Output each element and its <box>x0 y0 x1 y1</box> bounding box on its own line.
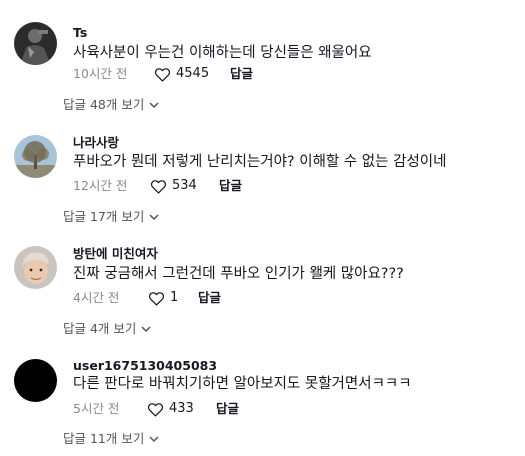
avatar-image <box>14 135 57 178</box>
comment-meta: 12시간 전 534 답글 <box>73 178 373 194</box>
chevron-down-icon <box>141 326 151 333</box>
like-button[interactable]: 1 <box>148 290 178 306</box>
comment-item: user1675130405083 다른 판다로 바꿔치기하면 알아보지도 못할… <box>0 340 525 456</box>
comment-text: 사육사분이 우는건 이해하는데 당신들은 왜울어요 <box>73 45 372 61</box>
like-count: 4545 <box>176 66 210 81</box>
comment-username[interactable]: 방탄에 미친여자 <box>73 246 158 261</box>
heart-icon <box>150 179 167 194</box>
comment-text: 진짜 궁금해서 그런건데 푸바오 인기가 왤케 많아요??? <box>73 266 404 282</box>
view-replies-button[interactable]: 답글 4개 보기 <box>63 321 151 337</box>
view-replies-button[interactable]: 답글 17개 보기 <box>63 209 159 225</box>
comment-meta: 5시간 전 433 답글 <box>73 401 373 417</box>
view-replies-label: 답글 4개 보기 <box>63 321 137 336</box>
like-button[interactable]: 4545 <box>154 66 209 82</box>
reply-button[interactable]: 답글 <box>230 66 253 82</box>
comment-username[interactable]: 나라사랑 <box>73 135 119 150</box>
comment-meta: 10시간 전 4545 답글 <box>73 66 373 82</box>
view-replies-button[interactable]: 답글 11개 보기 <box>63 431 159 447</box>
heart-icon <box>147 402 164 417</box>
comment-time: 12시간 전 <box>73 178 128 193</box>
view-replies-button[interactable]: 답글 48개 보기 <box>63 97 159 113</box>
avatar-image <box>14 359 57 402</box>
comment-text: 다른 판다로 바꿔치기하면 알아보지도 못할거면서ㅋㅋㅋ <box>73 376 412 392</box>
comment-meta: 4시간 전 1 답글 <box>73 290 373 306</box>
avatar[interactable] <box>14 22 57 65</box>
comment-item: 나라사랑 푸바오가 뭔데 저렇게 난리치는거야? 이해할 수 없는 감성이네 1… <box>0 115 525 225</box>
like-button[interactable]: 534 <box>150 178 197 194</box>
chevron-down-icon <box>149 102 159 109</box>
chevron-down-icon <box>149 436 159 443</box>
view-replies-label: 답글 11개 보기 <box>63 431 145 446</box>
avatar[interactable] <box>14 246 57 289</box>
reply-button[interactable]: 답글 <box>216 401 239 417</box>
comment-username: user1675130405083 <box>73 358 218 373</box>
comment-text: 푸바오가 뭔데 저렇게 난리치는거야? 이해할 수 없는 감성이네 <box>73 154 447 170</box>
avatar-image <box>14 22 57 65</box>
like-button[interactable]: 433 <box>147 401 194 417</box>
avatar[interactable] <box>14 135 57 178</box>
like-count: 1 <box>170 290 179 305</box>
view-replies-label: 답글 17개 보기 <box>63 209 145 224</box>
heart-icon <box>148 291 165 306</box>
avatar[interactable] <box>14 359 57 402</box>
view-replies-label: 답글 48개 보기 <box>63 97 145 112</box>
like-count: 534 <box>172 178 197 193</box>
comment-time: 5시간 전 <box>73 401 120 416</box>
comment-item: 방탄에 미친여자 진짜 궁금해서 그런건데 푸바오 인기가 왤케 많아요??? … <box>0 225 525 340</box>
heart-icon <box>154 67 171 82</box>
reply-button[interactable]: 답글 <box>219 178 242 194</box>
comment-item: Ts 사육사분이 우는건 이해하는데 당신들은 왜울어요 10시간 전 4545… <box>0 0 525 115</box>
comment-time: 10시간 전 <box>73 66 128 81</box>
avatar-image <box>14 246 57 289</box>
like-count: 433 <box>169 401 194 416</box>
reply-button[interactable]: 답글 <box>198 290 221 306</box>
comment-time: 4시간 전 <box>73 290 120 305</box>
comment-username[interactable]: Ts <box>73 25 87 40</box>
chevron-down-icon <box>149 214 159 221</box>
